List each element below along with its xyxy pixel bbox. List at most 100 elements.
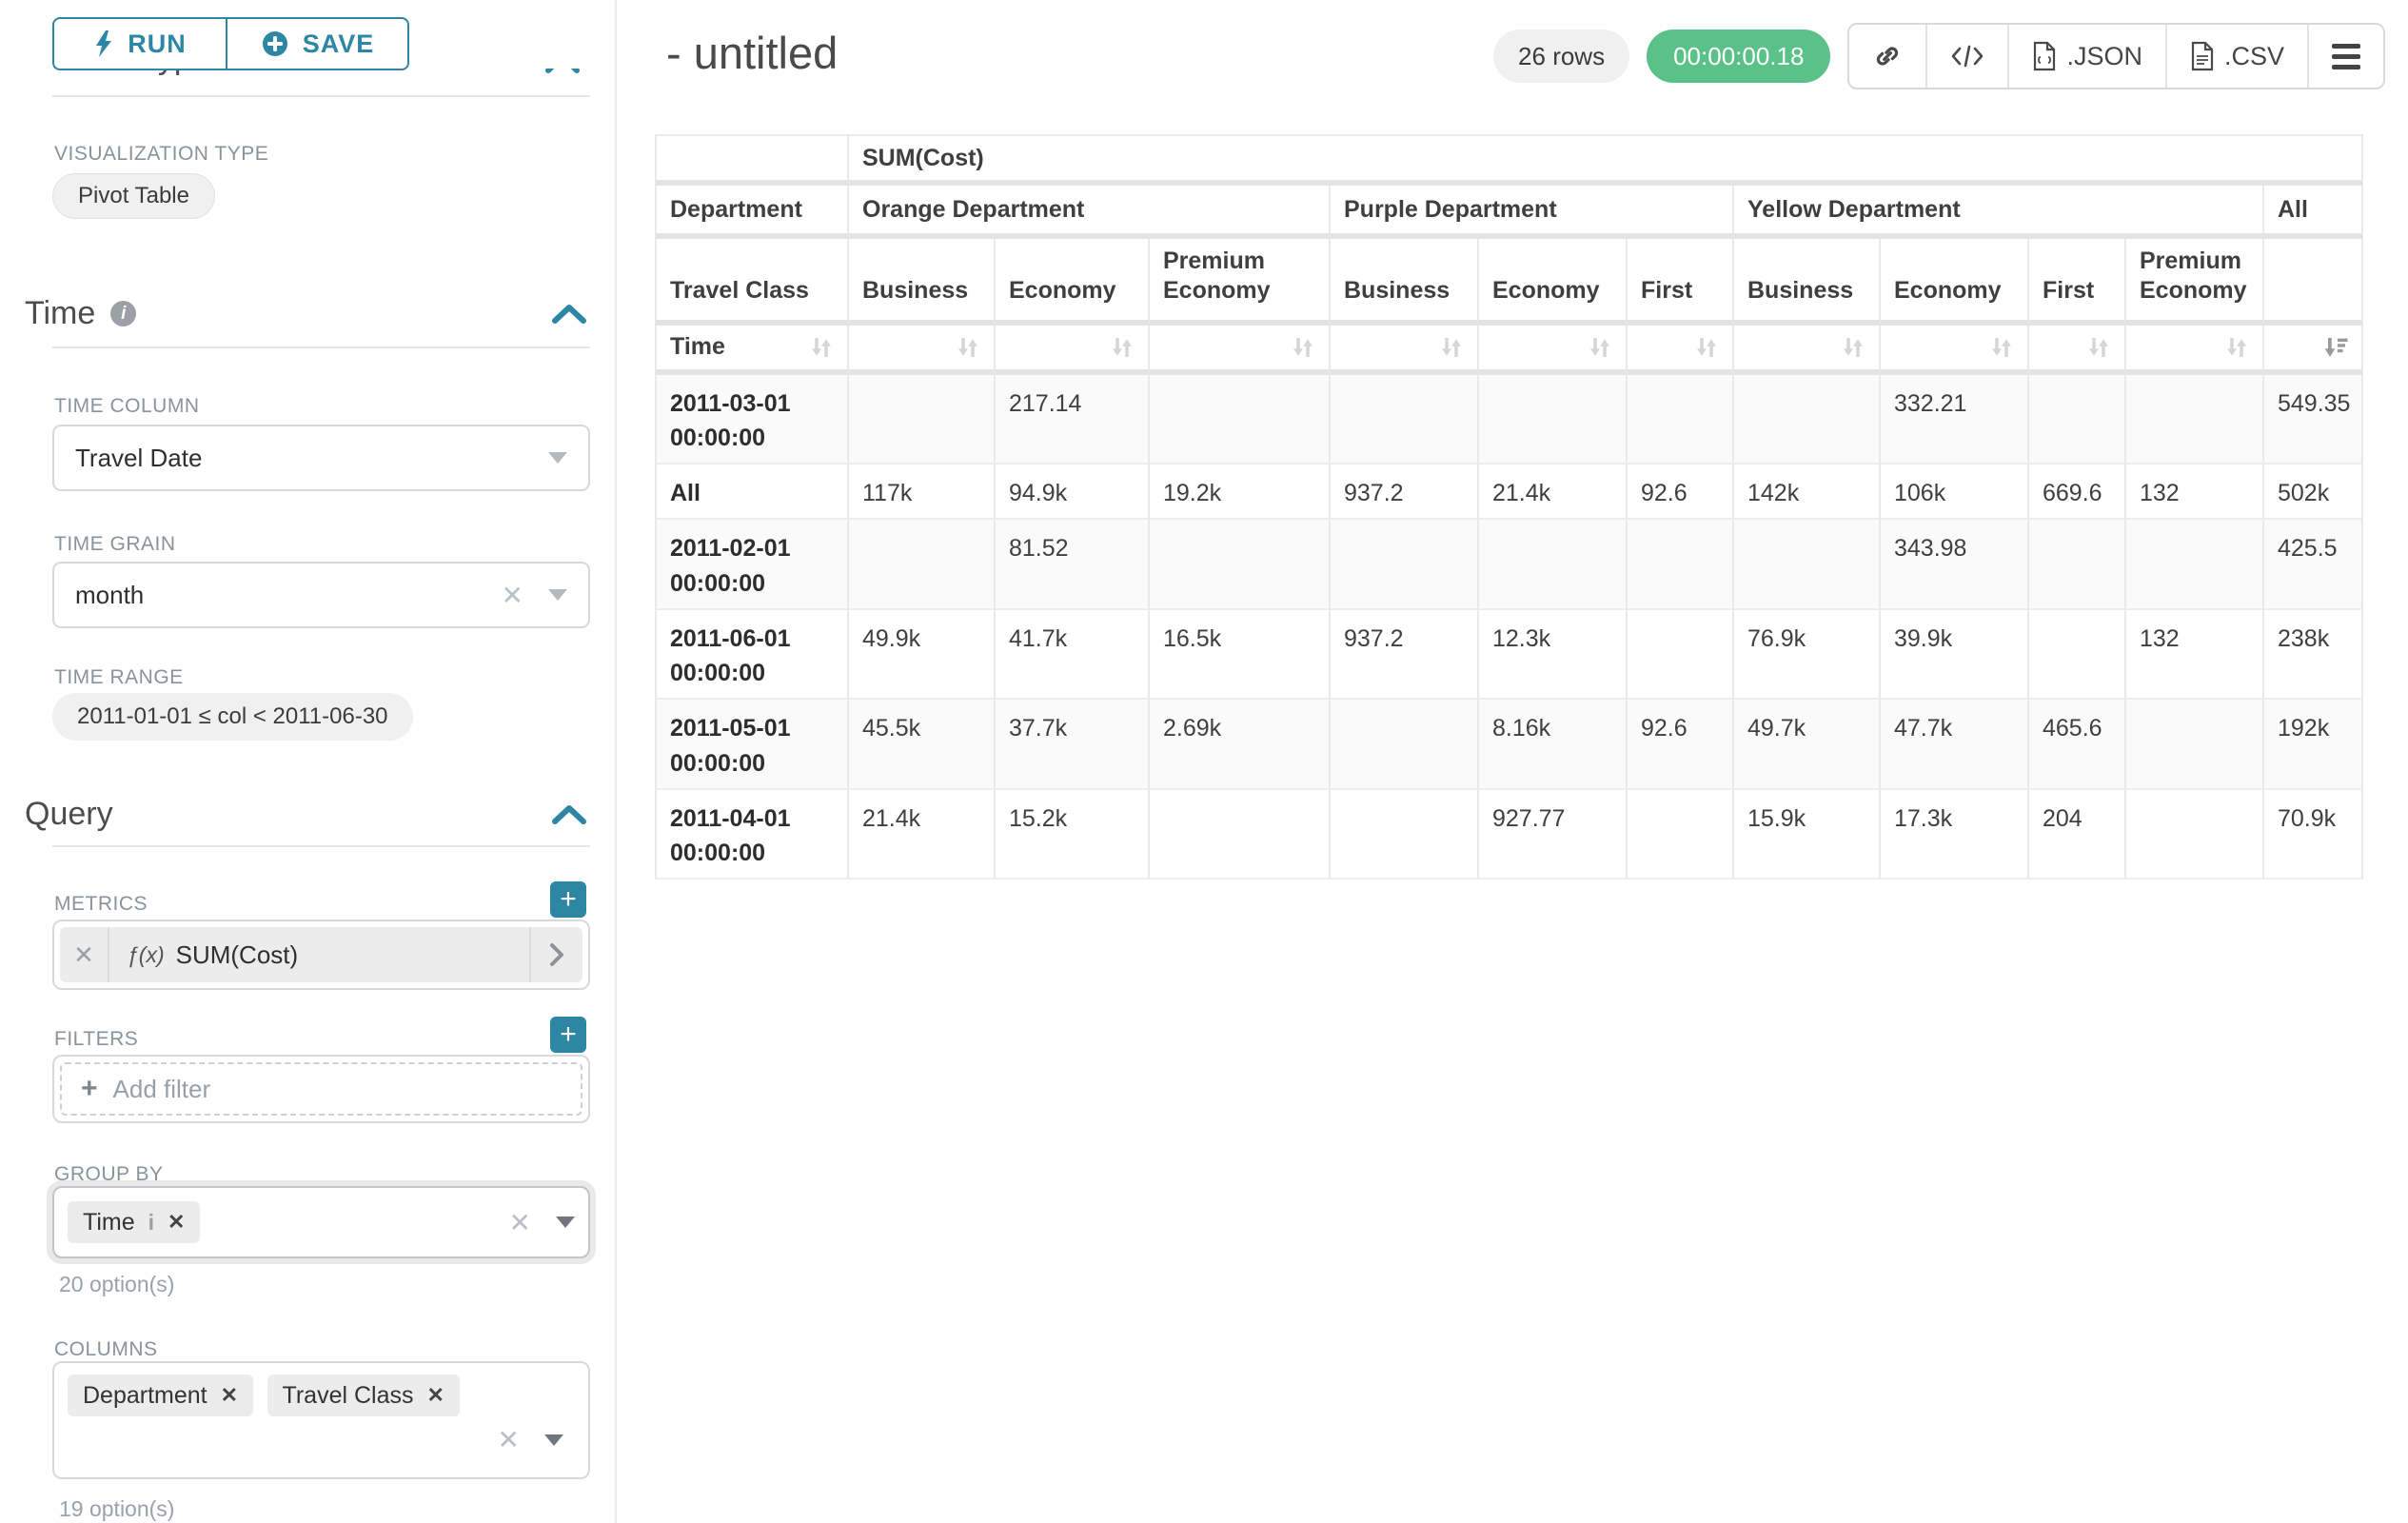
remove-chip-icon[interactable]: ✕ [427,1383,444,1408]
sort-icon[interactable] [2222,333,2251,362]
view-query-button[interactable] [1925,25,2007,88]
sort-icon[interactable] [954,333,982,362]
query-section-header[interactable]: Query [25,796,113,833]
time-column-select[interactable]: Travel Date [52,425,590,491]
menu-icon [2332,44,2360,69]
class-header-cell: Business [1331,239,1479,326]
class-header-cell: First [1628,239,1734,326]
metric-header-row: SUM(Cost) [655,134,2363,186]
department-header-cell: All [2264,186,2363,239]
clear-icon[interactable]: ✕ [502,580,523,611]
metric-name: SUM(Cost) [176,940,299,970]
divider [52,346,590,348]
table-row: 2011-06-01 00:00:00 49.9k 41.7k 16.5k 93… [655,610,2363,701]
sort-icon[interactable] [1108,333,1136,362]
function-icon: ƒ(x) [127,942,165,968]
more-options-button[interactable] [2307,25,2383,88]
metric-pill[interactable]: ✕ ƒ(x) SUM(Cost) [60,927,582,982]
table-row: 2011-02-01 00:00:00 81.52 343.98 425.5 [655,520,2363,610]
class-header-cell [2264,239,2363,326]
query-timer-badge: 00:00:00.18 [1647,30,1830,83]
copy-link-button[interactable] [1849,25,1925,88]
plus-icon: + [81,1075,98,1103]
result-controls: 26 rows 00:00:00.18 [1493,23,2385,89]
query-section-collapse-icon[interactable] [550,801,588,826]
time-grain-label: TIME GRAIN [54,533,176,556]
save-button[interactable]: SAVE [226,17,409,70]
group-by-select[interactable]: Time i ✕ ✕ [52,1186,590,1258]
add-metric-button[interactable]: + [550,881,586,918]
time-grain-select[interactable]: month ✕ [52,562,590,628]
class-header-cell: Economy [1881,239,2029,326]
link-icon [1872,41,1903,71]
sort-descending-icon[interactable] [2321,333,2350,362]
export-csv-button[interactable]: .CSV [2165,25,2307,88]
sort-icon[interactable] [1839,333,1867,362]
clear-icon[interactable]: ✕ [509,1207,531,1238]
class-header-cell: First [2029,239,2126,326]
group-by-chip-time[interactable]: Time i ✕ [68,1201,200,1243]
time-section-collapse-icon[interactable] [550,301,588,326]
columns-options-hint: 19 option(s) [59,1496,174,1522]
remove-chip-icon[interactable]: ✕ [168,1210,185,1235]
run-button[interactable]: RUN [52,17,226,70]
class-header-cell: Economy [996,239,1150,326]
department-header-row: Department Orange Department Purple Depa… [655,186,2363,239]
divider [52,845,590,847]
sort-icon[interactable] [1586,333,1614,362]
export-json-button[interactable]: .JSON [2007,25,2165,88]
clear-icon[interactable]: ✕ [498,1424,520,1455]
chevron-down-icon [548,452,567,464]
chevron-down-icon [556,1216,575,1228]
department-dimension-label: Department [655,186,849,239]
travel-class-header-row: Travel Class Business Economy Premium Ec… [655,239,2363,326]
class-header-cell: Business [849,239,996,326]
file-icon [2032,41,2057,71]
panel-divider [615,0,617,1523]
add-filter-dropzone[interactable]: + Add filter [60,1062,582,1116]
sort-icon[interactable] [1289,333,1317,362]
chevron-down-icon [548,589,567,601]
pivot-table: SUM(Cost) Department Orange Department P… [655,134,2363,880]
class-header-cell: Economy [1479,239,1628,326]
group-by-label: GROUP BY [54,1163,163,1186]
department-header-cell: Orange Department [849,186,1331,239]
superset-explore-screen: Chart Type RUN SAVE VISUALIZATION TYPE P… [0,0,2408,1523]
plus-circle-icon [261,30,289,58]
sort-icon[interactable] [1987,333,2016,362]
lightning-bolt-icon [93,30,114,58]
time-range-value[interactable]: 2011-01-01 ≤ col < 2011-06-30 [52,693,413,741]
time-range-label: TIME RANGE [54,666,184,689]
time-column-label: TIME COLUMN [54,395,200,418]
metric-header-cell: SUM(Cost) [849,134,2363,186]
columns-select[interactable]: Department ✕ Travel Class ✕ ✕ [52,1361,590,1479]
visualization-type-value[interactable]: Pivot Table [52,173,215,219]
expand-metric-icon[interactable] [529,927,582,982]
remove-chip-icon[interactable]: ✕ [221,1383,238,1408]
code-icon [1950,42,1984,70]
columns-label: COLUMNS [54,1338,158,1361]
metrics-label: METRICS [54,893,148,916]
sidebar-button-bar: RUN SAVE [0,0,615,69]
class-header-cell: Premium Economy [2126,239,2264,326]
add-filter-plus-button[interactable]: + [550,1017,586,1053]
sort-icon[interactable] [807,333,836,362]
chart-title[interactable]: - untitled [666,27,838,79]
sort-icon[interactable] [1692,333,1721,362]
remove-metric-icon[interactable]: ✕ [60,927,109,982]
columns-chip-travel-class[interactable]: Travel Class ✕ [267,1375,460,1416]
time-row-label: Time [670,333,725,361]
columns-chip-department[interactable]: Department ✕ [68,1375,253,1416]
info-icon: i [148,1210,154,1236]
group-by-options-hint: 20 option(s) [59,1272,174,1297]
sort-icon[interactable] [1437,333,1466,362]
file-icon [2190,41,2215,71]
sort-icon[interactable] [2084,333,2113,362]
metrics-control: ✕ ƒ(x) SUM(Cost) [52,920,590,990]
filters-control: + Add filter [52,1055,590,1123]
table-row: 2011-03-01 00:00:00 217.14 332.21 549.35 [655,375,2363,465]
department-header-cell: Purple Department [1331,186,1734,239]
filters-label: FILTERS [54,1028,138,1051]
row-count-badge: 26 rows [1493,30,1629,83]
time-section-header[interactable]: Time i [25,295,136,332]
